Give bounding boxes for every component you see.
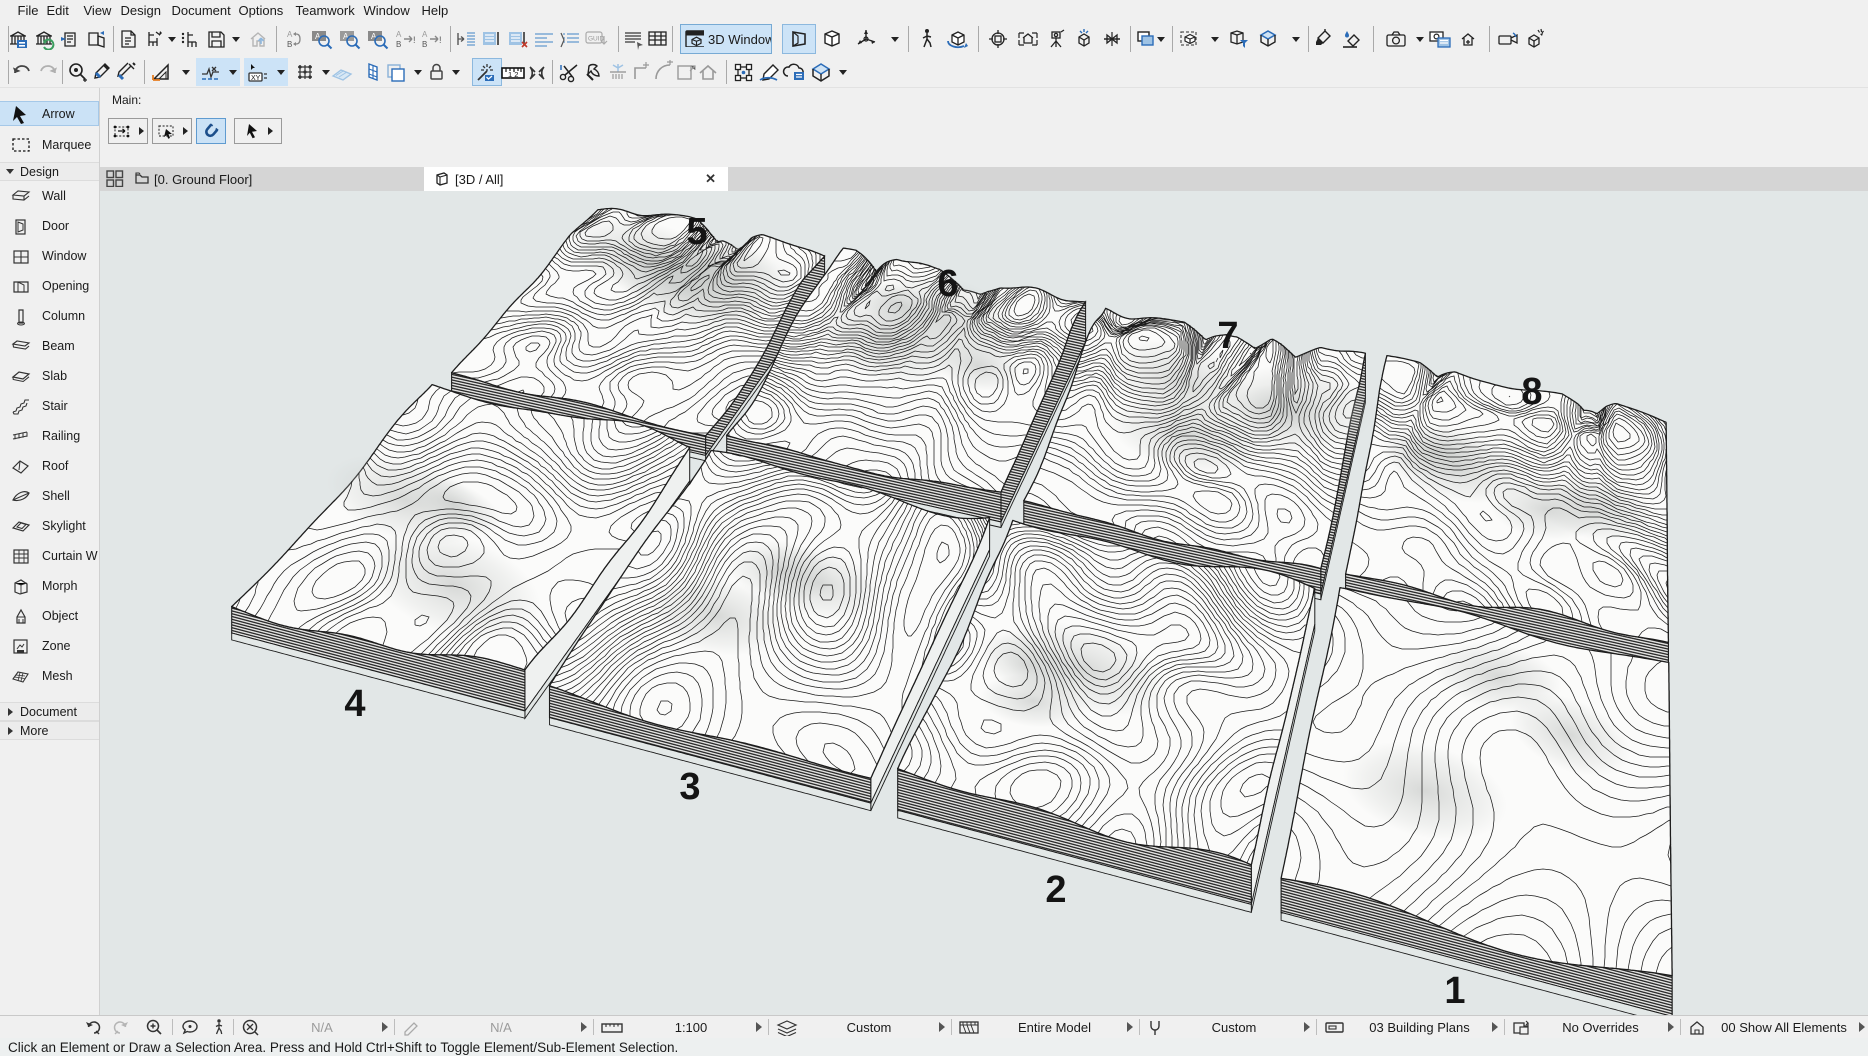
svg-text:A: A xyxy=(315,32,321,41)
svg-text:5: 5 xyxy=(686,211,707,253)
svg-text:1 2: 1 2 xyxy=(508,70,518,79)
svg-text:1: 1 xyxy=(1444,970,1465,1012)
svg-text:XY: XY xyxy=(251,75,261,82)
svg-text:A: A xyxy=(343,32,349,41)
svg-text:B: B xyxy=(422,40,427,49)
svg-text:8: 8 xyxy=(1521,371,1542,413)
svg-text:3: 3 xyxy=(679,766,700,808)
svg-text:B: B xyxy=(396,40,401,49)
svg-text:B: B xyxy=(287,40,292,49)
svg-text:6: 6 xyxy=(937,263,958,305)
svg-text:A: A xyxy=(287,30,293,39)
svg-text:!: ! xyxy=(413,35,416,45)
svg-text:7: 7 xyxy=(1217,315,1238,357)
svg-text:A: A xyxy=(422,30,428,39)
svg-text:!: ! xyxy=(439,35,442,45)
svg-text:2: 2 xyxy=(1045,869,1066,911)
svg-text:4: 4 xyxy=(344,683,365,725)
svg-text:A: A xyxy=(371,32,377,41)
svg-text:A: A xyxy=(396,30,402,39)
